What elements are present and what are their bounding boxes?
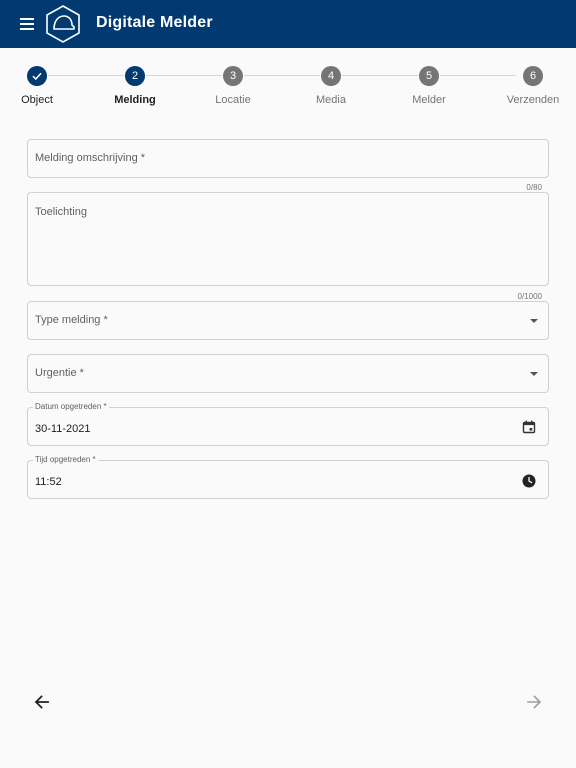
datum-label: Datum opgetreden *	[33, 402, 109, 411]
step-number: 5	[419, 66, 439, 86]
datum-value: 30-11-2021	[35, 423, 91, 435]
tijd-field[interactable]: Tijd opgetreden * 11:52	[27, 455, 549, 499]
type-melding-label: Type melding *	[35, 314, 108, 326]
toelichting-counter: 0/1000	[517, 292, 542, 301]
toelichting-label: Toelichting	[35, 206, 87, 218]
omschrijving-field[interactable]: Melding omschrijving *	[27, 139, 549, 178]
step-label: Object	[21, 94, 53, 106]
step-melding[interactable]: 2 Melding	[95, 66, 175, 106]
step-number: 2	[125, 66, 145, 86]
arrow-forward-icon[interactable]	[524, 692, 544, 712]
step-melder[interactable]: 5 Melder	[389, 66, 469, 106]
tijd-label: Tijd opgetreden *	[33, 455, 98, 464]
app-title: Digitale Melder	[96, 14, 213, 31]
step-media[interactable]: 4 Media	[291, 66, 371, 106]
datum-field[interactable]: Datum opgetreden * 30-11-2021	[27, 402, 549, 446]
progress-stepper: Object 2 Melding 3 Locatie 4 Media 5 Mel…	[0, 60, 576, 120]
step-label: Locatie	[215, 94, 251, 106]
app-logo-icon	[46, 5, 80, 43]
dropdown-arrow-icon	[530, 372, 538, 376]
step-number: 4	[321, 66, 341, 86]
step-label: Verzenden	[506, 94, 560, 106]
omschrijving-label: Melding omschrijving *	[35, 152, 146, 164]
tijd-value: 11:52	[35, 476, 62, 488]
step-label: Melder	[412, 94, 446, 106]
hamburger-menu-icon[interactable]	[16, 14, 40, 34]
step-verzenden[interactable]: 6 Verzenden	[493, 66, 573, 106]
check-icon	[27, 66, 47, 86]
urgentie-select[interactable]: Urgentie *	[27, 354, 549, 393]
calendar-icon[interactable]	[522, 420, 536, 434]
urgentie-label: Urgentie *	[35, 367, 84, 379]
arrow-back-icon[interactable]	[32, 692, 52, 712]
clock-icon[interactable]	[522, 474, 536, 488]
toelichting-textarea[interactable]: Toelichting	[27, 192, 549, 286]
app-bar: Digitale Melder	[0, 0, 576, 48]
dropdown-arrow-icon	[530, 319, 538, 323]
type-melding-select[interactable]: Type melding *	[27, 301, 549, 340]
step-locatie[interactable]: 3 Locatie	[193, 66, 273, 106]
step-number: 6	[523, 66, 543, 86]
step-number: 3	[223, 66, 243, 86]
step-label: Media	[316, 94, 346, 106]
omschrijving-counter: 0/80	[526, 183, 542, 192]
step-label: Melding	[114, 94, 156, 106]
step-object[interactable]: Object	[0, 66, 77, 106]
